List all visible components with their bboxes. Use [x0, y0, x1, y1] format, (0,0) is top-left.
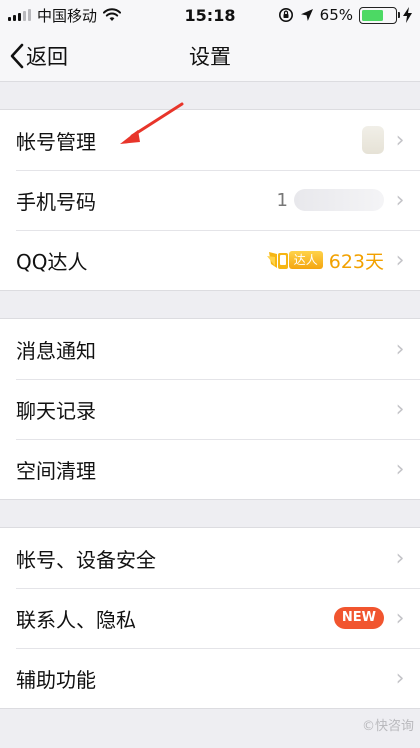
watermark: ©快咨询	[361, 719, 414, 734]
row-label: 手机号码	[16, 189, 96, 214]
row-account-management[interactable]: 帐号管理 ›	[0, 110, 420, 170]
wifi-icon	[103, 8, 122, 21]
row-label: 帐号、设备安全	[16, 547, 156, 572]
chevron-right-icon: ›	[395, 336, 405, 362]
row-phone-number[interactable]: 手机号码 1 ›	[0, 170, 420, 230]
nav-bar: 返回 设置	[0, 30, 420, 82]
row-label: QQ达人	[16, 249, 88, 274]
chevron-right-icon: ›	[395, 545, 405, 571]
chevron-right-icon: ›	[395, 187, 405, 213]
row-label: 联系人、隐私	[16, 607, 136, 632]
daren-wing-icon	[266, 252, 288, 269]
row-chat-history[interactable]: 聊天记录 ›	[0, 379, 420, 439]
row-right: 1 ›	[277, 188, 406, 213]
group-gap	[0, 500, 420, 527]
row-label: 聊天记录	[16, 398, 96, 423]
page-title: 设置	[189, 44, 231, 69]
chevron-right-icon: ›	[395, 605, 405, 631]
row-right: ›	[394, 546, 406, 571]
avatar	[362, 126, 384, 154]
settings-group-security: 帐号、设备安全 › 联系人、隐私 NEW › 辅助功能 ›	[0, 527, 420, 709]
carrier-name: 中国移动	[37, 6, 98, 25]
chevron-right-icon: ›	[395, 456, 405, 482]
chevron-left-icon	[10, 43, 24, 68]
status-time: 15:18	[184, 5, 236, 25]
phone-blur-mask	[294, 189, 384, 211]
signal-icon	[8, 9, 31, 21]
battery-icon	[359, 6, 400, 24]
row-label: 消息通知	[16, 338, 96, 363]
row-right: 达人 623天 ›	[266, 247, 406, 274]
row-right: ›	[394, 457, 406, 482]
battery-fill	[362, 9, 383, 21]
status-right: 65%	[278, 6, 412, 24]
chevron-right-icon: ›	[395, 247, 405, 273]
group-gap	[0, 82, 420, 109]
row-right: ›	[394, 666, 406, 691]
row-storage-cleanup[interactable]: 空间清理 ›	[0, 439, 420, 499]
chevron-right-icon: ›	[395, 396, 405, 422]
daren-info: 达人 623天	[266, 247, 384, 274]
daren-badge: 达人	[266, 248, 323, 272]
phone-visible-digit: 1	[276, 189, 288, 211]
battery-percent: 65%	[319, 6, 353, 24]
daren-days: 623天	[328, 250, 384, 273]
status-bar: 中国移动 15:18 65%	[0, 0, 420, 30]
row-right: ›	[394, 337, 406, 362]
row-right: ›	[394, 397, 406, 422]
settings-group-general: 消息通知 › 聊天记录 › 空间清理 ›	[0, 318, 420, 500]
back-label: 返回	[26, 44, 68, 69]
rotation-lock-icon	[278, 8, 293, 22]
row-label: 辅助功能	[16, 667, 96, 692]
charging-bolt-icon	[403, 7, 412, 23]
group-gap	[0, 291, 420, 318]
chevron-right-icon: ›	[395, 127, 405, 153]
phone-value: 1	[277, 189, 384, 211]
row-label: 帐号管理	[16, 129, 96, 154]
row-right: ›	[362, 126, 406, 154]
row-contacts-privacy[interactable]: 联系人、隐私 NEW ›	[0, 588, 420, 648]
chevron-right-icon: ›	[395, 665, 405, 691]
row-accessibility[interactable]: 辅助功能 ›	[0, 648, 420, 708]
back-button[interactable]: 返回	[0, 41, 68, 71]
row-account-device-security[interactable]: 帐号、设备安全 ›	[0, 528, 420, 588]
location-icon	[300, 9, 313, 21]
daren-tag: 达人	[288, 251, 323, 269]
row-right: NEW ›	[333, 605, 406, 631]
row-qq-daren[interactable]: QQ达人 达人 623天 ›	[0, 230, 420, 290]
settings-group-account: 帐号管理 › 手机号码 1 › QQ达人 达人 623天 ›	[0, 109, 420, 291]
new-badge: NEW	[333, 607, 384, 629]
status-left: 中国移动	[8, 5, 122, 26]
row-label: 空间清理	[16, 458, 96, 483]
row-notifications[interactable]: 消息通知 ›	[0, 319, 420, 379]
